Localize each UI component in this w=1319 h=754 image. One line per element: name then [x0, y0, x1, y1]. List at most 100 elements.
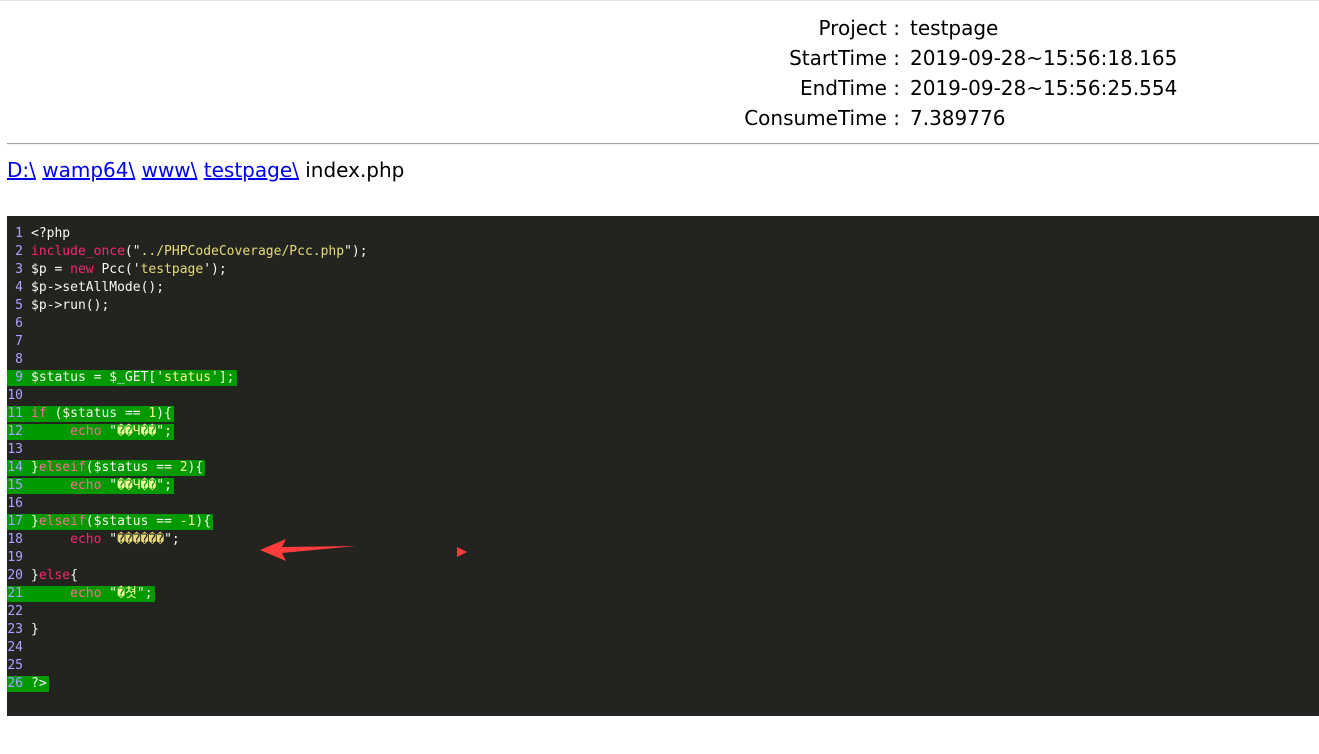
- project-value: testpage: [910, 16, 999, 40]
- line-content: 1 <?php: [7, 226, 72, 242]
- code-token: else: [38, 568, 71, 583]
- code-token: echo: [70, 478, 102, 493]
- code-line: 19: [7, 549, 1319, 567]
- line-number: 25: [7, 658, 23, 673]
- line-number: 13: [7, 442, 23, 457]
- line-number: 10: [7, 388, 23, 403]
- code-line: 6: [7, 315, 1319, 333]
- line-number: 11: [7, 406, 23, 421]
- code-token: ";: [136, 586, 153, 601]
- line-number: 20: [7, 568, 23, 583]
- code-token: <?php: [31, 226, 71, 241]
- code-line: 2 include_once("../PHPCodeCoverage/Pcc.ph…: [7, 243, 1319, 261]
- code-line: 17}elseif($status == -1){: [7, 513, 1319, 531]
- code-token: }: [31, 460, 39, 475]
- covered-line-highlight: 17}elseif($status == -1){: [7, 514, 214, 530]
- code-token: }: [31, 622, 39, 637]
- code-line: 22: [7, 603, 1319, 621]
- code-token: $status = $_GET[': [31, 370, 165, 385]
- line-number: 18: [7, 532, 23, 547]
- code-token: elseif: [38, 460, 86, 475]
- line-content: 22: [7, 604, 33, 620]
- code-line: 8: [7, 351, 1319, 369]
- line-number: 12: [7, 424, 23, 439]
- code-token: (": [124, 244, 141, 259]
- line-content: 4 $p->setAllMode();: [7, 280, 166, 296]
- line-content: 7: [7, 334, 33, 350]
- code-line: 1 <?php: [7, 225, 1319, 243]
- code-token: include_once: [31, 244, 125, 259]
- code-token: ": [101, 424, 118, 439]
- code-line: 25: [7, 657, 1319, 675]
- line-number: 5: [15, 298, 23, 313]
- code-line: 7: [7, 333, 1319, 351]
- code-line: 20}else{: [7, 567, 1319, 585]
- code-token: ?>: [31, 676, 47, 691]
- code-line: 15 echo "��Ч��";: [7, 477, 1319, 495]
- covered-line-highlight: 26 ?>: [7, 676, 49, 692]
- code-line: 10: [7, 387, 1319, 405]
- code-token: elseif: [38, 514, 86, 529]
- code-line: 11 if ($status == 1){: [7, 405, 1319, 423]
- code-token: $p->run();: [31, 298, 110, 313]
- line-number: 1: [15, 226, 23, 241]
- covered-line-highlight: 11 if ($status == 1){: [7, 406, 174, 422]
- meta-project: Project : testpage: [0, 13, 1319, 43]
- code-token: ){: [187, 460, 204, 475]
- line-number: 3: [15, 262, 23, 277]
- code-token: ($status ==: [85, 460, 180, 475]
- code-token: ��Ч��: [117, 478, 157, 493]
- code-token: ";: [156, 424, 172, 439]
- code-token: -1: [179, 514, 196, 529]
- line-number: 4: [15, 280, 23, 295]
- code-token: echo: [70, 586, 102, 601]
- code-token: if: [31, 406, 47, 421]
- breadcrumb: D:\ wamp64\ www\ testpage\ index.php: [7, 156, 404, 184]
- code-token: ($status ==: [46, 406, 149, 421]
- code-token: ";: [164, 532, 180, 547]
- code-line: 16: [7, 495, 1319, 513]
- line-content: 6: [7, 316, 33, 332]
- code-token: 2: [179, 460, 188, 475]
- meta-consume-time: ConsumeTime : 7.389776: [0, 103, 1319, 133]
- line-content: 2 include_once("../PHPCodeCoverage/Pcc.ph…: [7, 244, 370, 260]
- line-number: 6: [15, 316, 23, 331]
- code-token: �쳣: [117, 586, 137, 601]
- line-number: 8: [15, 352, 23, 367]
- covered-line-highlight: 15 echo "��Ч��";: [7, 478, 174, 494]
- breadcrumb-link-drive[interactable]: D:\: [7, 158, 36, 182]
- line-content: 20}else{: [7, 568, 80, 584]
- breadcrumb-link-testpage[interactable]: testpage\: [204, 158, 299, 182]
- line-content: 25: [7, 658, 33, 674]
- code-token: ": [101, 478, 118, 493]
- code-token: ��Ч��: [117, 424, 157, 439]
- breadcrumb-link-wamp64[interactable]: wamp64\: [42, 158, 135, 182]
- code-token: ');: [203, 262, 227, 277]
- consume-time-value: 7.389776: [910, 106, 1006, 130]
- line-number: 19: [7, 550, 23, 565]
- end-time-label: EndTime :: [799, 76, 900, 100]
- report-meta: Project : testpage StartTime : 2019-09-2…: [0, 13, 1319, 133]
- divider: [7, 143, 1319, 145]
- code-token: status: [164, 370, 212, 385]
- breadcrumb-link-www[interactable]: www\: [142, 158, 198, 182]
- line-number: 26: [7, 676, 23, 691]
- code-line: 18 echo "������";: [7, 531, 1319, 549]
- line-number: 22: [7, 604, 23, 619]
- covered-line-highlight: 21 echo "�쳣";: [7, 586, 155, 602]
- code-token: new: [70, 262, 94, 277]
- consume-time-label: ConsumeTime :: [744, 106, 900, 130]
- code-token: '];: [211, 370, 235, 385]
- line-content: 13: [7, 442, 33, 458]
- code-token: ": [101, 586, 118, 601]
- line-number: 14: [7, 460, 23, 475]
- top-border: [0, 0, 1319, 1]
- code-token: ){: [156, 406, 172, 421]
- code-line: 21 echo "�쳣";: [7, 585, 1319, 603]
- code-token: ";: [156, 478, 172, 493]
- line-content: 23}: [7, 622, 41, 638]
- line-number: 17: [7, 514, 23, 529]
- line-number: 7: [15, 334, 23, 349]
